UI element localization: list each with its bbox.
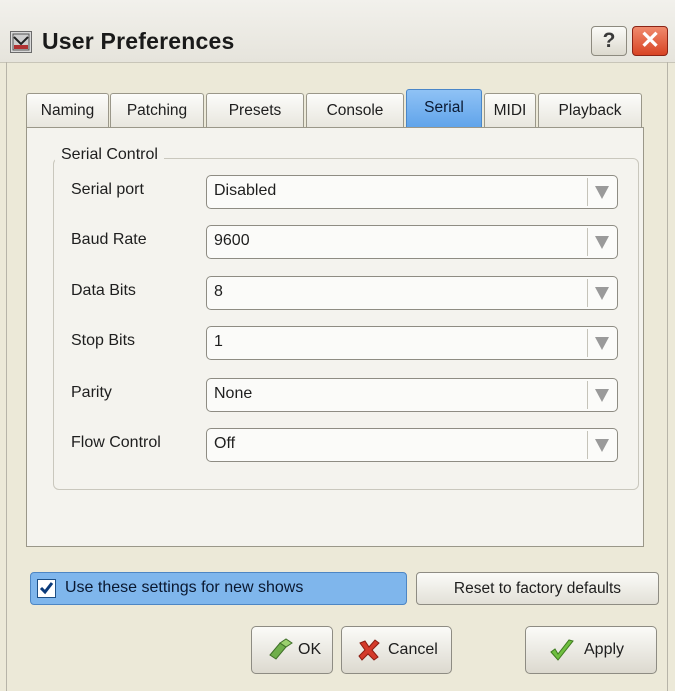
window-border-right [667, 62, 668, 691]
help-button[interactable]: ? [591, 26, 627, 56]
window-border-left [6, 62, 7, 691]
baud-rate-row: Baud Rate 9600 [27, 225, 645, 265]
tab-patching[interactable]: Patching [110, 93, 204, 127]
chevron-down-icon[interactable] [587, 381, 615, 409]
serial-port-label: Serial port [71, 181, 144, 198]
parity-select[interactable]: None [206, 378, 618, 412]
serial-port-select[interactable]: Disabled [206, 175, 618, 209]
tab-serial[interactable]: Serial [406, 89, 482, 128]
use-settings-checkbox[interactable] [37, 579, 56, 598]
serial-control-group-label: Serial Control [55, 146, 164, 164]
data-bits-label: Data Bits [71, 282, 136, 299]
cancel-button[interactable]: Cancel [341, 626, 452, 674]
checkmark-icon [548, 637, 576, 670]
data-bits-select[interactable]: 8 [206, 276, 618, 310]
baud-rate-value: 9600 [214, 232, 250, 249]
serial-port-value: Disabled [214, 182, 277, 199]
stop-bits-row: Stop Bits 1 [27, 326, 645, 366]
app-icon [10, 31, 32, 53]
reset-to-factory-defaults-button[interactable]: Reset to factory defaults [416, 572, 659, 605]
window-title: User Preferences [42, 28, 235, 54]
chevron-down-icon[interactable] [587, 178, 615, 206]
stop-bits-select[interactable]: 1 [206, 326, 618, 360]
data-bits-row: Data Bits 8 [27, 276, 645, 316]
close-button[interactable]: ✕ [632, 26, 668, 56]
title-bar[interactable]: User Preferences ? ✕ [0, 0, 675, 63]
baud-rate-select[interactable]: 9600 [206, 225, 618, 259]
serial-tab-panel: Serial Control Serial port Disabled Baud… [26, 127, 644, 547]
flow-control-select[interactable]: Off [206, 428, 618, 462]
flow-control-row: Flow Control Off [27, 428, 645, 468]
use-settings-label: Use these settings for new shows [65, 579, 304, 596]
stop-bits-label: Stop Bits [71, 332, 136, 349]
tab-playback[interactable]: Playback [538, 93, 642, 127]
parity-value: None [214, 385, 253, 402]
chevron-down-icon[interactable] [587, 279, 615, 307]
tab-naming[interactable]: Naming [26, 93, 109, 127]
parity-label: Parity [71, 384, 112, 401]
user-preferences-window: User Preferences ? ✕ Naming Patching Pre… [0, 0, 675, 691]
use-settings-for-new-shows-option[interactable]: Use these settings for new shows [30, 572, 407, 605]
apply-button[interactable]: Apply [525, 626, 657, 674]
flow-control-label: Flow Control [71, 434, 161, 451]
flow-control-value: Off [214, 435, 236, 452]
tab-presets[interactable]: Presets [206, 93, 304, 127]
ok-icon [266, 637, 294, 668]
cancel-x-icon [356, 637, 382, 668]
stop-bits-value: 1 [214, 333, 223, 350]
cancel-label: Cancel [388, 641, 438, 658]
tab-midi[interactable]: MIDI [484, 93, 536, 127]
baud-rate-label: Baud Rate [71, 231, 147, 248]
chevron-down-icon[interactable] [587, 431, 615, 459]
data-bits-value: 8 [214, 283, 223, 300]
tab-console[interactable]: Console [306, 93, 404, 127]
parity-row: Parity None [27, 378, 645, 418]
serial-port-row: Serial port Disabled [27, 175, 645, 215]
chevron-down-icon[interactable] [587, 228, 615, 256]
chevron-down-icon[interactable] [587, 329, 615, 357]
check-icon [39, 582, 54, 595]
ok-button[interactable]: OK [251, 626, 333, 674]
apply-label: Apply [584, 641, 625, 658]
ok-label: OK [298, 641, 322, 658]
